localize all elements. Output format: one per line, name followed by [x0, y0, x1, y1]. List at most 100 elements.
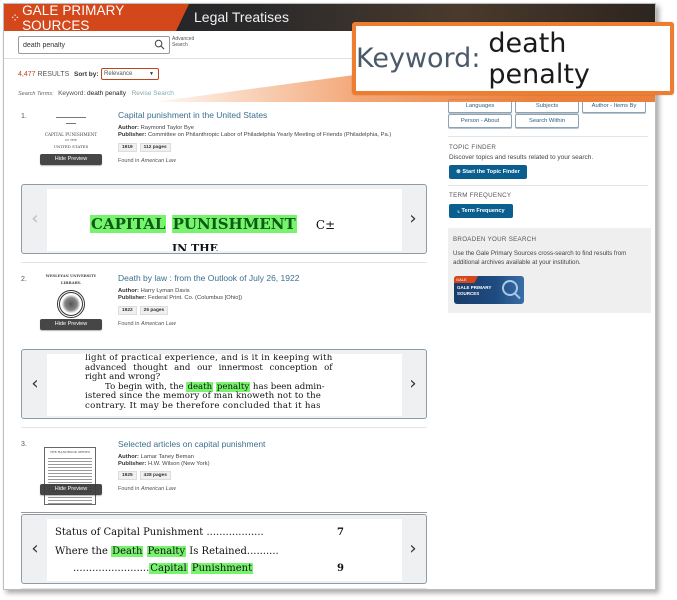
- found-in-collection[interactable]: American Law: [141, 158, 176, 164]
- keyword-callout: Keyword: death penalty: [352, 22, 674, 95]
- chevron-left-icon[interactable]: ‹: [27, 207, 43, 231]
- preview-page[interactable]: light of practical experience, and is it…: [47, 354, 402, 416]
- chevron-left-icon[interactable]: ‹: [27, 537, 43, 561]
- broaden-search-panel: BROADEN YOUR SEARCH Use the Gale Primary…: [448, 228, 651, 313]
- broaden-text-line: additional archives available at your in…: [453, 259, 581, 266]
- year-badge: 1925: [118, 471, 137, 480]
- search-icon[interactable]: [154, 39, 165, 50]
- preview-carousel: ‹ Status of Capital Punishment .........…: [21, 514, 427, 584]
- magnifier-handle: [514, 292, 521, 300]
- found-prefix: Found in: [118, 158, 140, 164]
- advanced-search-label-2: Search: [172, 42, 188, 48]
- sort-label: Sort by:: [74, 71, 99, 78]
- button-label: Start the Topic Finder: [462, 169, 520, 175]
- highlight: Penalty: [146, 546, 187, 557]
- preview-carousel: ‹ light of practical experience, and is …: [21, 349, 427, 419]
- result-publisher: Publisher: Federal Print. Co. (Columbus …: [118, 294, 242, 302]
- preview-text-line: CAPITAL PUNISHMENT C±: [90, 215, 335, 233]
- result-title[interactable]: Selected articles on capital punishment: [118, 439, 265, 449]
- topic-finder-text: Discover topics and results related to y…: [449, 154, 594, 161]
- callout-value: death penalty: [488, 27, 590, 90]
- term-frequency-heading: TERM FREQUENCY: [449, 192, 512, 199]
- thumb-text: IN THE: [65, 138, 77, 142]
- sidebar-divider: [448, 185, 648, 186]
- year-badge: 1919: [118, 143, 137, 152]
- topic-finder-heading: TOPIC FINDER: [449, 144, 497, 151]
- hide-preview-button[interactable]: Hide Preview: [40, 484, 102, 495]
- preview-text-line: ........................Capital Punishme…: [73, 563, 254, 574]
- result-title[interactable]: Death by law : from the Outlook of July …: [118, 273, 299, 283]
- term-frequency-button[interactable]: ⌞ Term Frequency: [449, 204, 513, 218]
- preview-text-line: Where the Death Penalty Is Retained.....…: [55, 546, 279, 557]
- result-badges: 1925 428 pages: [118, 471, 171, 480]
- thumb-rule: [66, 123, 76, 124]
- gale-primary-sources-button[interactable]: GALE GALE PRIMARY SOURCES: [454, 276, 524, 304]
- result-thumbnail[interactable]: THE HANDBOOK SERIES: [44, 447, 96, 505]
- preview-page-number: 7: [337, 527, 344, 538]
- callout-label: Keyword:: [356, 43, 481, 74]
- result-separator: [21, 588, 427, 589]
- highlight: Capital: [149, 563, 188, 574]
- thumb-text: CAPITAL PUNISHMENT: [44, 132, 98, 137]
- search-input[interactable]: [23, 39, 151, 52]
- publisher-label: Publisher:: [118, 295, 147, 301]
- thumb-text: THE HANDBOOK SERIES: [50, 450, 90, 454]
- preview-text: Is Retained..........: [189, 546, 279, 557]
- publisher-label: Publisher:: [118, 132, 147, 138]
- result-separator: [21, 427, 427, 428]
- found-in-collection[interactable]: American Law: [141, 321, 176, 327]
- search-box: [18, 36, 170, 54]
- highlight: Death: [111, 546, 144, 557]
- found-in-collection[interactable]: American Law: [141, 486, 176, 492]
- chevron-right-icon[interactable]: ›: [405, 372, 421, 396]
- start-topic-finder-button[interactable]: ⊛ Start the Topic Finder: [449, 165, 527, 179]
- gale-tag: GALE: [454, 276, 478, 283]
- gale-logo-text: GALE PRIMARY SOURCES: [457, 285, 491, 297]
- advanced-search-link[interactable]: Advanced Search: [172, 36, 202, 48]
- revise-search-link[interactable]: Revise Search: [132, 90, 174, 97]
- preview-page-number: 9: [337, 563, 344, 574]
- preview-text: C±: [315, 218, 336, 232]
- sort-value: Relevance: [104, 71, 133, 77]
- results-count-label: RESULTS: [37, 71, 70, 78]
- filter-search-within[interactable]: Search Within: [515, 114, 579, 128]
- brand-logo[interactable]: ⁘ GALE PRIMARY SOURCES: [4, 4, 189, 31]
- search-terms: Search Terms: Keyword: death penalty Rev…: [18, 90, 174, 97]
- search-terms-label: Search Terms:: [18, 91, 54, 97]
- chevron-right-icon[interactable]: ›: [405, 207, 421, 231]
- year-badge: 1922: [118, 306, 137, 315]
- publisher-value: H.W. Wilson (New York): [147, 461, 210, 467]
- publisher-label: Publisher:: [118, 461, 147, 467]
- result-separator: [21, 512, 427, 513]
- chevron-left-icon[interactable]: ‹: [27, 372, 43, 396]
- thumb-contents-lines: [48, 456, 92, 504]
- hide-preview-button[interactable]: Hide Preview: [40, 154, 102, 165]
- result-publisher: Publisher: H.W. Wilson (New York): [118, 460, 210, 468]
- gale-logo-icon: ⁘: [10, 10, 20, 25]
- preview-carousel: ‹ CAPITAL PUNISHMENT C± IN THE ›: [21, 184, 427, 254]
- sort-select[interactable]: Relevance ▼: [101, 68, 159, 80]
- broaden-text: Use the Gale Primary Sources cross-searc…: [453, 249, 626, 267]
- result-separator: [21, 262, 427, 263]
- preview-page[interactable]: CAPITAL PUNISHMENT C± IN THE: [47, 189, 402, 251]
- found-prefix: Found in: [118, 321, 140, 327]
- highlight: PUNISHMENT: [171, 215, 297, 233]
- chevron-right-icon[interactable]: ›: [405, 537, 421, 561]
- keyword-value: death penalty: [87, 90, 127, 97]
- thumb-text: UNITED STATES: [53, 144, 89, 149]
- thumb-rule: [56, 117, 86, 118]
- preview-page[interactable]: Status of Capital Punishment ...........…: [47, 519, 402, 581]
- collection-title[interactable]: Legal Treatises: [194, 9, 289, 25]
- pages-badge: 25 pages: [139, 306, 169, 315]
- result-title[interactable]: Capital punishment in the United States: [118, 110, 267, 120]
- broaden-heading: BROADEN YOUR SEARCH: [453, 236, 537, 243]
- keyword-term: Keyword: death penalty: [58, 90, 126, 97]
- preview-text-line: contrary. It may be therefore concluded …: [85, 400, 321, 411]
- result-number: 3.: [21, 441, 27, 448]
- preview-text-line: IN THE: [172, 242, 218, 251]
- result-publisher: Publisher: Committee on Philanthropic La…: [118, 131, 391, 139]
- found-in: Found in American Law: [118, 321, 176, 327]
- filter-person-about[interactable]: Person - About: [448, 114, 512, 128]
- hide-preview-button[interactable]: Hide Preview: [40, 319, 102, 330]
- broaden-text-line: Use the Gale Primary Sources cross-searc…: [453, 250, 627, 257]
